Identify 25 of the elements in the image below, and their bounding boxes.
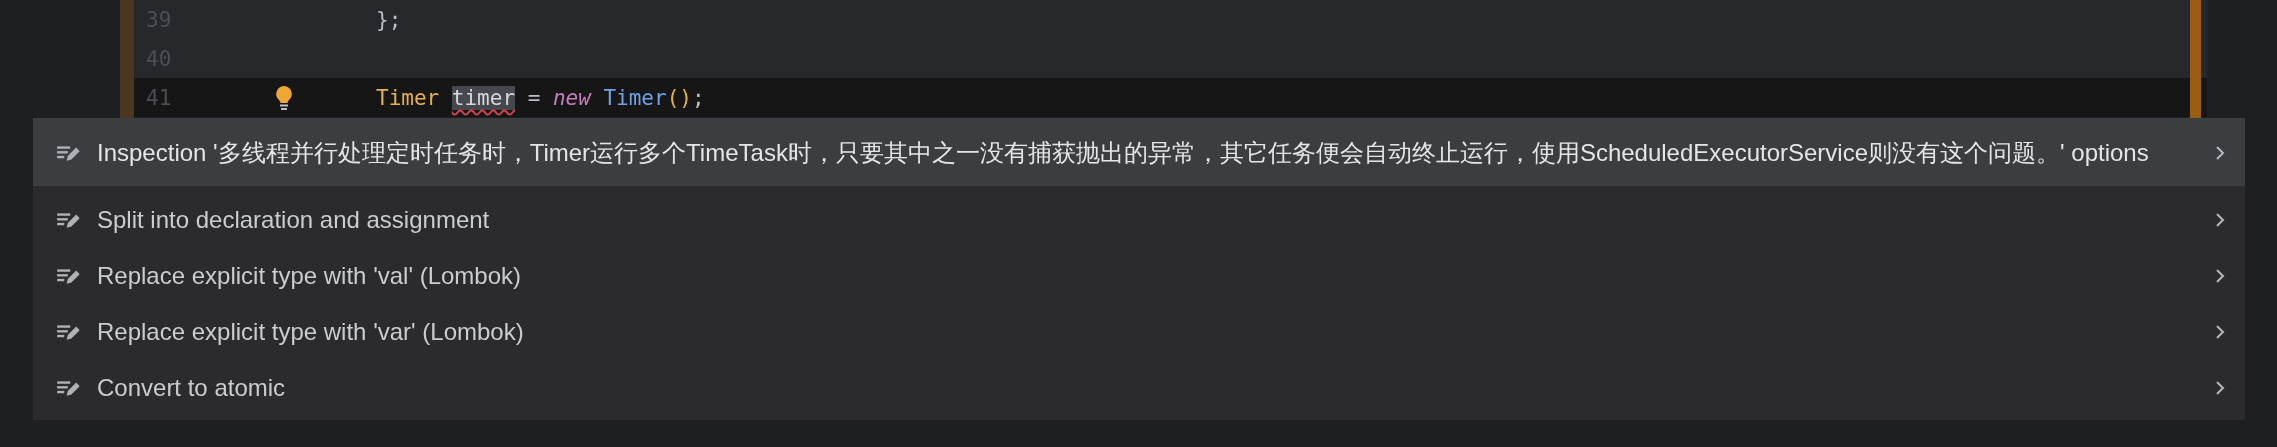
menu-item[interactable]: Convert to atomic xyxy=(33,360,2245,416)
edit-icon xyxy=(57,266,81,286)
menu-item[interactable]: Replace explicit type with 'val' (Lombok) xyxy=(33,248,2245,304)
menu-item[interactable]: Replace explicit type with 'var' (Lombok) xyxy=(33,304,2245,360)
chevron-right-icon xyxy=(2215,380,2225,396)
code-token: }; xyxy=(376,7,402,32)
lightbulb-icon[interactable] xyxy=(274,84,294,111)
edit-icon xyxy=(57,322,81,342)
code-token: () xyxy=(666,85,692,110)
code-token: Timer xyxy=(603,85,667,110)
menu-item[interactable]: Inspection '多线程并行处理定时任务时，Timer运行多个TimeTask时，只要其中之一没有捕获抛出的异常，其它任务便会自动终止运行，使用ScheduledExecutorService则没有这个问题。' options xyxy=(33,120,2245,186)
chevron-right-icon xyxy=(2215,268,2225,284)
code-token: ; xyxy=(691,85,705,110)
edit-icon xyxy=(57,378,81,398)
menu-item[interactable]: Split into declaration and assignment xyxy=(33,192,2245,248)
edit-icon xyxy=(57,210,81,230)
line-number: 41 xyxy=(145,85,173,110)
chevron-right-icon xyxy=(2215,145,2225,161)
code-token: = xyxy=(527,85,541,110)
edit-icon xyxy=(57,143,81,163)
code-token: Timer xyxy=(376,85,440,110)
code-token: new xyxy=(552,85,591,110)
chevron-right-icon xyxy=(2215,324,2225,340)
code-token: timer xyxy=(451,85,516,110)
chevron-right-icon xyxy=(2215,212,2225,228)
